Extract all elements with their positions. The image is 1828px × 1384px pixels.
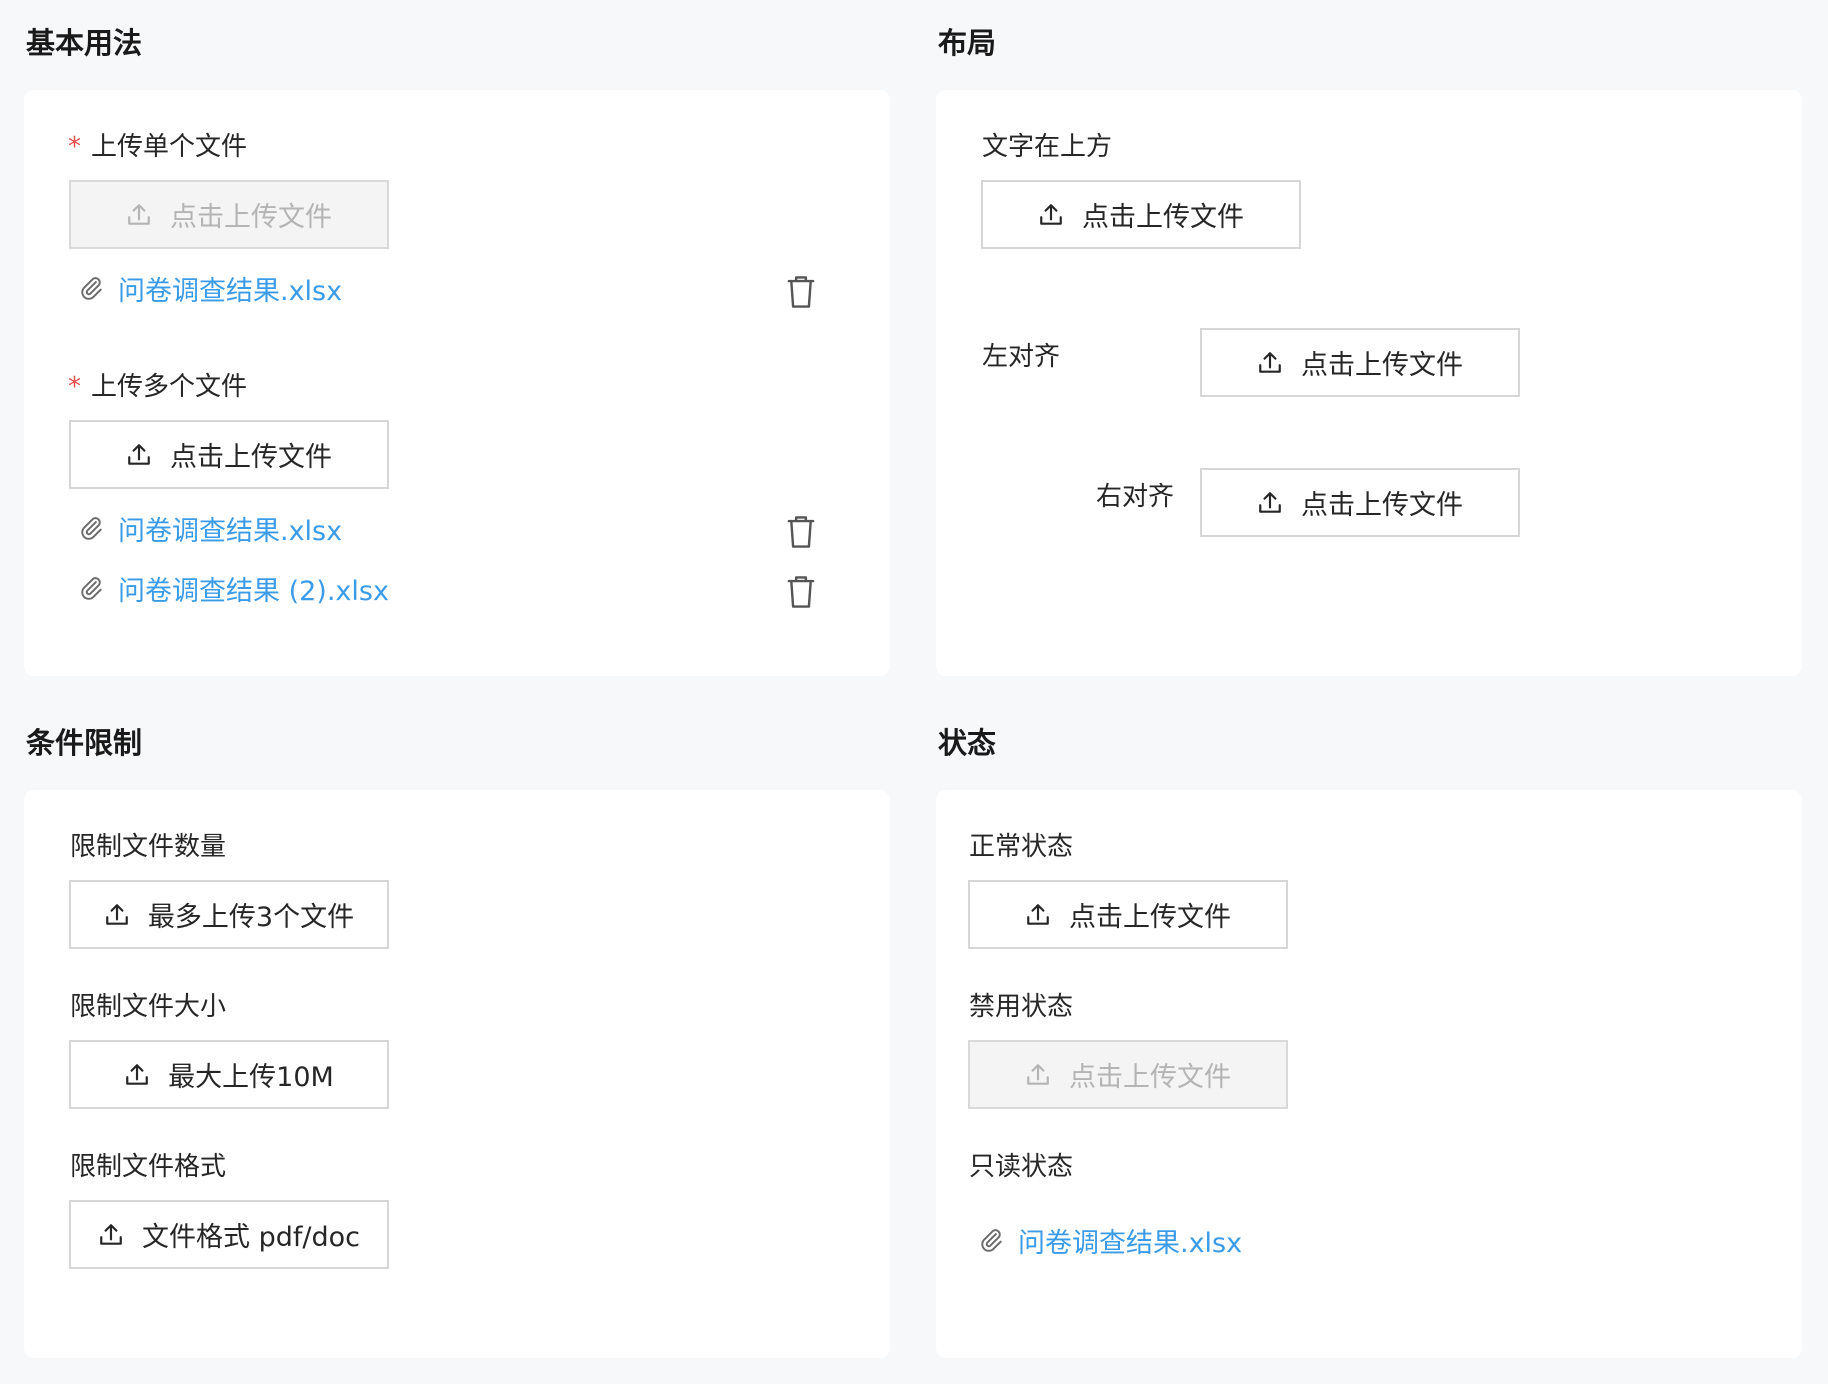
- upload-icon: [126, 202, 152, 228]
- label-multi-upload-text: 上传多个文件: [91, 372, 248, 402]
- label-count-limit: 限制文件数量: [70, 832, 227, 862]
- upload-icon: [1025, 902, 1051, 928]
- file-name-link[interactable]: 问卷调查结果.xlsx: [118, 509, 342, 548]
- label-top: 文字在上方: [982, 132, 1113, 162]
- trash-icon[interactable]: [786, 575, 816, 609]
- file-item: 问卷调查结果.xlsx: [78, 268, 342, 308]
- paperclip-icon: [78, 275, 104, 301]
- upload-icon: [1038, 202, 1064, 228]
- label-right-align: 右对齐: [1096, 482, 1175, 512]
- right-upload-button-label: 点击上传文件: [1301, 490, 1463, 521]
- label-readonly: 只读状态: [969, 1152, 1074, 1182]
- size-limit-upload-button[interactable]: 最大上传10M: [69, 1040, 389, 1109]
- label-size-limit: 限制文件大小: [70, 992, 227, 1022]
- label-left-align: 左对齐: [982, 342, 1061, 372]
- top-upload-button-label: 点击上传文件: [1082, 202, 1244, 233]
- format-limit-upload-button[interactable]: 文件格式 pdf/doc: [69, 1200, 389, 1269]
- card-limits: 限制文件数量 最多上传3个文件 限制文件大小 最大上传10M 限制文件格式 文件…: [24, 790, 890, 1358]
- label-disabled: 禁用状态: [969, 992, 1074, 1022]
- file-name-link[interactable]: 问卷调查结果.xlsx: [1018, 1221, 1242, 1260]
- upload-icon: [104, 902, 130, 928]
- multi-upload-button-label: 点击上传文件: [170, 442, 332, 473]
- right-upload-button[interactable]: 点击上传文件: [1200, 468, 1520, 537]
- file-item: 问卷调查结果.xlsx: [978, 1220, 1242, 1260]
- paperclip-icon: [78, 575, 104, 601]
- section-title-status: 状态: [938, 726, 997, 760]
- size-limit-button-label: 最大上传10M: [168, 1062, 334, 1093]
- upload-icon: [1257, 350, 1283, 376]
- section-title-limits: 条件限制: [26, 726, 143, 760]
- single-upload-button[interactable]: 点击上传文件: [69, 180, 389, 249]
- card-layout: 文字在上方 点击上传文件 左对齐 点击上传文件 右对齐 点击上传文件: [936, 90, 1802, 676]
- upload-icon: [1257, 490, 1283, 516]
- trash-icon[interactable]: [786, 275, 816, 309]
- count-limit-upload-button[interactable]: 最多上传3个文件: [69, 880, 389, 949]
- normal-upload-button-label: 点击上传文件: [1069, 902, 1231, 933]
- label-single-upload-text: 上传单个文件: [91, 132, 248, 162]
- left-upload-button[interactable]: 点击上传文件: [1200, 328, 1520, 397]
- left-upload-button-label: 点击上传文件: [1301, 350, 1463, 381]
- label-format-limit: 限制文件格式: [70, 1152, 227, 1182]
- file-item: 问卷调查结果 (2).xlsx: [78, 568, 389, 608]
- paperclip-icon: [78, 515, 104, 541]
- single-upload-button-label: 点击上传文件: [170, 202, 332, 233]
- trash-icon[interactable]: [786, 515, 816, 549]
- top-upload-button[interactable]: 点击上传文件: [981, 180, 1301, 249]
- file-item: 问卷调查结果.xlsx: [78, 508, 342, 548]
- required-mark: *: [68, 372, 81, 402]
- upload-icon: [124, 1062, 150, 1088]
- disabled-upload-button[interactable]: 点击上传文件: [968, 1040, 1288, 1109]
- section-title-basic: 基本用法: [26, 26, 143, 60]
- label-normal: 正常状态: [969, 832, 1074, 862]
- count-limit-button-label: 最多上传3个文件: [147, 902, 355, 933]
- upload-icon: [1025, 1062, 1051, 1088]
- label-multi-upload: * 上传多个文件: [68, 370, 247, 404]
- upload-icon: [126, 442, 152, 468]
- disabled-upload-button-label: 点击上传文件: [1069, 1062, 1231, 1093]
- page: 基本用法 * 上传单个文件 点击上传文件 问卷调查结果.xlsx * 上传多个文件 …: [0, 0, 1828, 1384]
- format-limit-button-label: 文件格式 pdf/doc: [142, 1222, 360, 1253]
- required-mark: *: [68, 132, 81, 162]
- paperclip-icon: [978, 1227, 1004, 1253]
- upload-icon: [98, 1222, 124, 1248]
- card-status: 正常状态 点击上传文件 禁用状态 点击上传文件 只读状态 问卷调查结果.xlsx: [936, 790, 1802, 1358]
- label-single-upload: * 上传单个文件: [68, 130, 247, 164]
- section-title-layout: 布局: [938, 26, 997, 60]
- file-name-link[interactable]: 问卷调查结果.xlsx: [118, 269, 342, 308]
- normal-upload-button[interactable]: 点击上传文件: [968, 880, 1288, 949]
- multi-upload-button[interactable]: 点击上传文件: [69, 420, 389, 489]
- card-basic: * 上传单个文件 点击上传文件 问卷调查结果.xlsx * 上传多个文件 点击上传文…: [24, 90, 890, 676]
- file-name-link[interactable]: 问卷调查结果 (2).xlsx: [118, 569, 389, 608]
